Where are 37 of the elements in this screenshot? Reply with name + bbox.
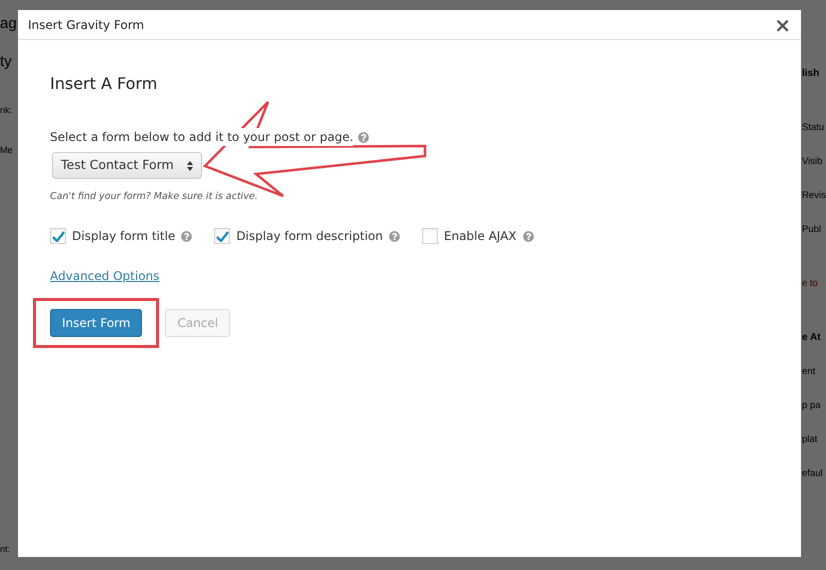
page-text-fragment: Me [0, 146, 14, 157]
checkbox[interactable] [422, 228, 438, 244]
page-text-fragment: plat [802, 434, 818, 446]
checkbox-label: Display form title [72, 228, 176, 246]
page-text-fragment: Statu [802, 122, 826, 134]
page-text-fragment: Publ [802, 224, 822, 236]
checkbox[interactable] [214, 228, 230, 244]
help-icon[interactable] [358, 132, 370, 142]
help-icon[interactable] [181, 230, 192, 242]
page-text-fragment: Visib [802, 156, 824, 168]
checkbox-label: Enable AJAX [444, 228, 517, 246]
select-label: Select a form below to add it to your post or page. [50, 128, 354, 146]
checkmark-icon [216, 230, 229, 242]
insert-button[interactable]: Insert Form [50, 309, 142, 338]
page-text-fragment: p pa [802, 400, 822, 412]
hint-text: Can't find your form? Make sure it is active. [50, 190, 259, 204]
page-text-fragment: Revis [802, 190, 826, 202]
page-text-fragment: ag [0, 14, 18, 34]
dialog-title: Insert Gravity Form [28, 16, 144, 34]
form-heading: Insert A Form [50, 73, 158, 95]
checkbox[interactable] [50, 228, 66, 244]
page-text-fragment: ent [802, 366, 816, 378]
form-select[interactable]: Test Contact Form [52, 152, 202, 179]
help-icon[interactable] [388, 230, 400, 242]
checkmark-icon [52, 230, 64, 242]
page-text-fragment: e to [802, 278, 819, 290]
checkbox-label: Display form description [236, 228, 383, 246]
close-button[interactable]: × [774, 14, 791, 34]
page-text-fragment: nt: [0, 545, 12, 554]
help-icon[interactable] [522, 230, 534, 242]
page-text-fragment: e At [802, 332, 822, 344]
page-text-fragment: efaul [802, 468, 824, 480]
advanced-options-link[interactable]: Advanced Options [50, 267, 160, 286]
page-text-fragment: nk: [0, 104, 14, 117]
page-text-fragment: ty [0, 54, 13, 72]
page-text-fragment: lish [802, 68, 820, 80]
up-down-arrows-icon [187, 160, 193, 170]
